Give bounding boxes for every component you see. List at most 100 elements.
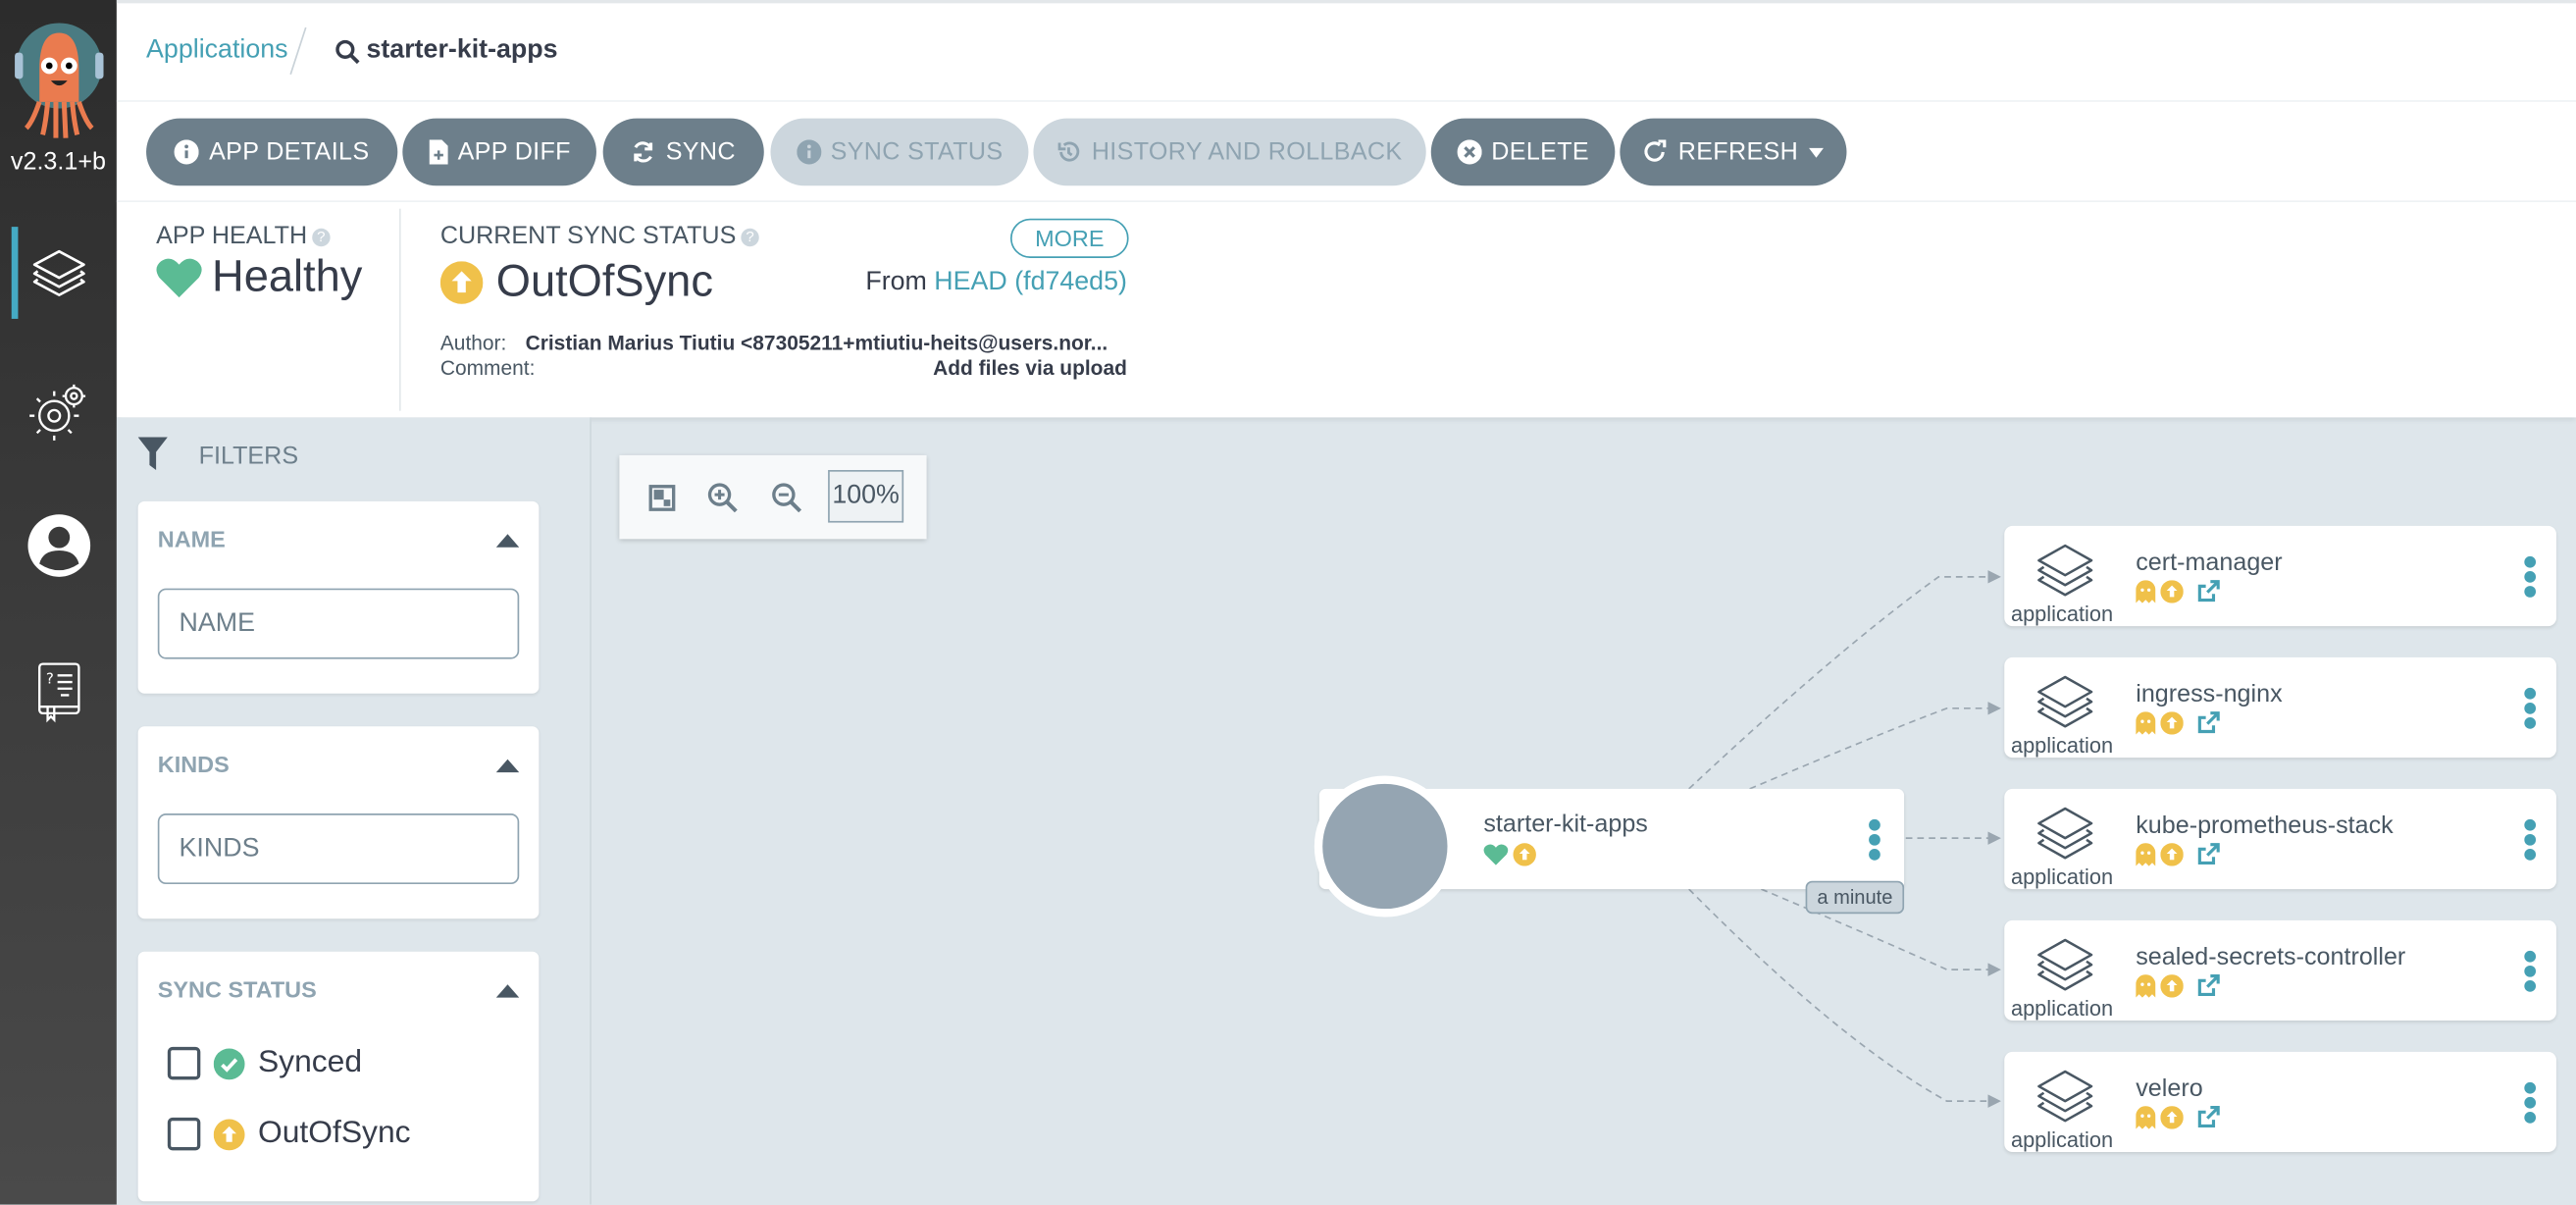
nav-documentation[interactable]: ? [0, 646, 117, 738]
kebab-menu-icon[interactable] [2523, 818, 2537, 862]
arrow-up-circle-icon [2160, 579, 2184, 602]
layers-icon [2037, 544, 2093, 597]
layers-icon [2037, 1070, 2093, 1123]
app-node-ingress-nginx[interactable]: application ingress-nginx [2004, 656, 2556, 759]
arrow-up-circle-icon [2160, 842, 2184, 865]
node-kind: application [2010, 995, 2114, 1022]
kebab-menu-icon[interactable] [2523, 687, 2537, 730]
ghost-icon [2136, 842, 2156, 865]
app-node-sealed-secrets-controller[interactable]: application sealed-secrets-controller [2004, 919, 2556, 1022]
kebab-menu-icon[interactable] [2523, 555, 2537, 599]
sync-label: SYNC [665, 137, 736, 167]
delete-button[interactable]: DELETE [1430, 118, 1616, 186]
refresh-button[interactable]: REFRESH [1620, 118, 1847, 186]
edge [1749, 707, 1988, 790]
heart-icon [1483, 844, 1509, 865]
sync-status-button[interactable]: SYNC STATUS [770, 118, 1029, 186]
help-icon[interactable]: ? [741, 228, 759, 246]
nav-applications[interactable] [0, 227, 117, 319]
arrow-up-circle-icon [2160, 1105, 2184, 1128]
info-icon [174, 139, 200, 165]
node-kind: application [2010, 1126, 2114, 1153]
node-badges [2136, 579, 2221, 603]
layers-icon [2037, 938, 2093, 991]
collapse-icon[interactable] [495, 534, 520, 548]
kebab-menu-icon[interactable] [2523, 950, 2537, 993]
more-button[interactable]: MORE [1010, 218, 1129, 258]
external-link-icon[interactable] [2196, 972, 2221, 997]
zoom-out-icon[interactable] [770, 482, 802, 514]
caret-down-icon [1808, 146, 1824, 157]
collapse-icon[interactable] [495, 984, 520, 998]
zoom-level[interactable]: 100% [828, 469, 904, 523]
app-node-velero[interactable]: application velero [2004, 1051, 2556, 1153]
external-link-icon[interactable] [2196, 841, 2221, 865]
collapse-icon[interactable] [495, 759, 520, 773]
kebab-menu-icon[interactable] [1868, 818, 1880, 862]
help-icon[interactable]: ? [312, 228, 331, 246]
edge-arrow [1987, 702, 2001, 715]
age-badge: a minute [1805, 880, 1905, 915]
version-label: v2.3.1+b [10, 147, 106, 177]
divider [398, 208, 401, 411]
edge [1688, 888, 1988, 1102]
heart-icon [156, 257, 202, 297]
checkbox[interactable] [167, 1117, 201, 1151]
sync-button[interactable]: SYNC [602, 118, 764, 186]
kinds-filter-card: KINDS [137, 726, 540, 919]
nav-user-info[interactable] [0, 499, 117, 592]
kinds-filter-input[interactable] [157, 813, 520, 885]
svg-text:?: ? [45, 670, 53, 688]
name-filter-input[interactable] [157, 588, 520, 659]
history-rollback-button[interactable]: HISTORY AND ROLLBACK [1033, 118, 1426, 186]
history-icon [1058, 141, 1081, 162]
action-toolbar: APP DETAILS APP DIFF SYNC SYNC STATUS HI… [116, 101, 2576, 203]
external-link-icon[interactable] [2196, 579, 2221, 603]
node-name: ingress-nginx [2136, 680, 2283, 708]
help-book-icon: ? [37, 662, 79, 723]
app-node-kube-prometheus-stack[interactable]: application kube-prometheus-stack [2004, 788, 2556, 890]
app-details-label: APP DETAILS [209, 137, 370, 167]
app-node-cert-manager[interactable]: application cert-manager [2004, 525, 2556, 627]
status-panel: APP HEALTH? Healthy CURRENT SYNC STATUS?… [116, 202, 2576, 418]
node-name: sealed-secrets-controller [2136, 943, 2406, 971]
kebab-menu-icon[interactable] [2523, 1081, 2537, 1125]
ghost-icon [2136, 973, 2156, 997]
checkbox[interactable] [167, 1046, 201, 1080]
app-details-button[interactable]: APP DETAILS [146, 118, 398, 186]
history-rollback-label: HISTORY AND ROLLBACK [1091, 137, 1403, 167]
resource-tree[interactable]: 100% starter-kit-apps a minute applicati… [592, 417, 2576, 1204]
breadcrumb-separator [289, 26, 307, 76]
edge-arrow [1987, 1094, 2001, 1108]
author-label: Author: [439, 332, 507, 355]
external-link-icon[interactable] [2196, 1104, 2221, 1128]
app-diff-button[interactable]: APP DIFF [402, 118, 596, 186]
sync-status-filter-card: SYNC STATUS Synced OutOfSync [137, 951, 540, 1202]
ghost-icon [2136, 710, 2156, 734]
delete-label: DELETE [1491, 137, 1590, 167]
nav-settings[interactable] [0, 365, 117, 457]
argo-logo[interactable] [13, 20, 105, 141]
redo-icon [1645, 139, 1668, 162]
breadcrumb-current-label: starter-kit-apps [366, 35, 558, 65]
file-diff-icon [429, 139, 447, 165]
filter-option-outofsync[interactable]: OutOfSync [167, 1116, 411, 1152]
layers-icon [31, 249, 84, 296]
node-name: cert-manager [2136, 549, 2283, 577]
sync-status-value: OutOfSync [495, 256, 713, 306]
zoom-in-icon[interactable] [706, 482, 739, 514]
breadcrumb-applications[interactable]: Applications [146, 36, 288, 66]
external-link-icon[interactable] [2196, 710, 2221, 735]
node-kind: application [2010, 601, 2114, 627]
edge-arrow [1987, 570, 2001, 584]
from-label: From [865, 267, 927, 296]
root-app-icon [1314, 775, 1456, 917]
edge [1688, 576, 1988, 790]
node-kind: application [2010, 732, 2114, 759]
sync-status-label: SYNC STATUS [830, 137, 1004, 167]
arrow-up-circle-icon [2160, 710, 2184, 734]
revision-link[interactable]: HEAD (fd74ed5) [934, 268, 1127, 295]
sync-status-filter-title: SYNC STATUS [157, 975, 317, 1003]
filter-option-synced[interactable]: Synced [167, 1045, 362, 1081]
fit-screen-icon[interactable] [645, 482, 678, 514]
